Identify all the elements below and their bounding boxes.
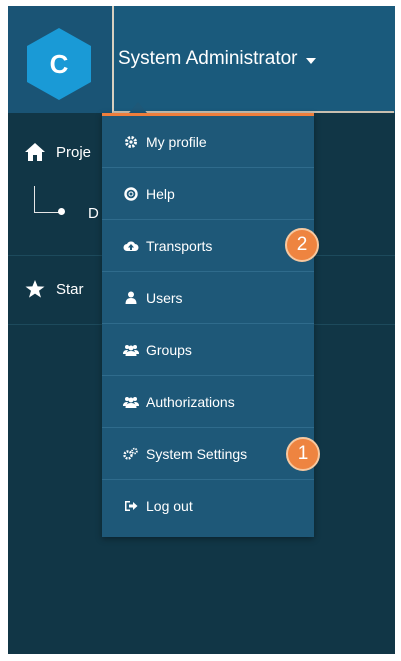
- user-menu-label: System Administrator: [118, 47, 298, 69]
- nav-item-label: Star: [56, 280, 84, 298]
- user-menu-button[interactable]: System Administrator: [112, 6, 394, 113]
- app-frame: C System Administrator Proje D Star My p…: [0, 0, 401, 661]
- gear-icon: [122, 134, 140, 150]
- dropdown-pointer: [129, 102, 147, 113]
- nav-item-label: D: [88, 204, 99, 222]
- menu-item-transports[interactable]: Transports: [102, 220, 314, 272]
- menu-item-groups[interactable]: Groups: [102, 324, 314, 376]
- logo-letter: C: [49, 48, 69, 79]
- logo-tile[interactable]: C: [8, 6, 112, 113]
- menu-item-my-profile[interactable]: My profile: [102, 116, 314, 168]
- home-icon: [25, 143, 45, 161]
- menu-item-label: Authorizations: [146, 393, 235, 410]
- menu-item-label: System Settings: [146, 445, 248, 462]
- menu-item-users[interactable]: Users: [102, 272, 314, 324]
- callout-badge: 2: [285, 228, 319, 262]
- menu-item-label: Log out: [146, 498, 193, 514]
- callout-badge: 1: [286, 437, 320, 471]
- user-icon: [122, 290, 140, 306]
- caret-down-icon: [305, 57, 316, 64]
- users-icon: [122, 394, 140, 410]
- menu-item-authorizations[interactable]: Authorizations: [102, 376, 314, 428]
- cloud-upload-icon: [122, 238, 140, 254]
- menu-item-label: My profile: [146, 133, 207, 150]
- user-dropdown-menu: My profile Help Transports Users Groups: [102, 113, 314, 537]
- lifebuoy-icon: [122, 186, 140, 202]
- gears-icon: [122, 446, 140, 462]
- menu-item-log-out[interactable]: Log out: [102, 480, 314, 532]
- menu-item-label: Groups: [146, 341, 192, 358]
- users-icon: [122, 342, 140, 358]
- menu-item-label: Users: [146, 289, 183, 306]
- nav-item-label: Proje: [56, 143, 92, 161]
- star-icon: [25, 280, 45, 298]
- menu-item-label: Transports: [146, 237, 213, 254]
- menu-item-system-settings[interactable]: System Settings: [102, 428, 314, 480]
- menu-item-help[interactable]: Help: [102, 168, 314, 220]
- sign-out-icon: [122, 498, 140, 514]
- menu-item-label: Help: [146, 185, 175, 202]
